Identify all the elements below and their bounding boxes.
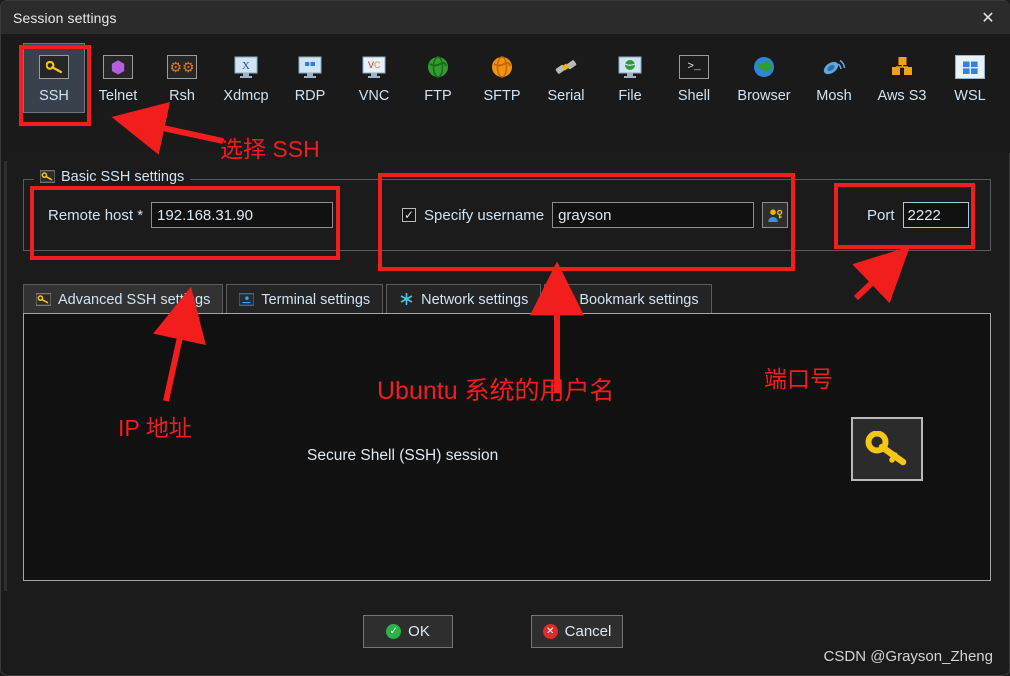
tab-bookmark-settings[interactable]: Bookmark settings <box>544 284 712 314</box>
cube-icon: ⬢ <box>102 53 134 81</box>
vnc-monitor-icon: VC <box>358 53 390 81</box>
ok-button[interactable]: ✓ OK <box>363 615 453 648</box>
key-icon <box>851 417 923 481</box>
close-icon[interactable]: ✕ <box>965 1 1010 34</box>
protocol-vnc[interactable]: VC VNC <box>343 43 405 113</box>
tab-label: Terminal settings <box>261 291 371 308</box>
plug-icon <box>550 53 582 81</box>
cancel-button[interactable]: ✕ Cancel <box>531 615 623 648</box>
x-circle-icon: ✕ <box>542 624 558 639</box>
port-spinner[interactable]: ▲ ▼ <box>902 202 1010 228</box>
port-input[interactable] <box>903 203 1010 227</box>
tab-network-settings[interactable]: Network settings <box>386 284 542 314</box>
protocol-rdp[interactable]: RDP <box>279 43 341 113</box>
svg-text:X: X <box>242 60 250 72</box>
specify-username-label: Specify username <box>424 206 545 224</box>
protocol-ssh[interactable]: SSH <box>23 43 85 113</box>
satellite-icon <box>818 53 850 81</box>
protocol-label: Xdmcp <box>223 88 269 104</box>
green-globe-icon <box>422 53 454 81</box>
protocol-label: SSH <box>39 88 69 104</box>
tab-advanced-ssh-settings[interactable]: Advanced SSH settings <box>23 284 224 314</box>
protocol-label: Browser <box>737 88 791 104</box>
annotation-select-ssh: 选择 SSH <box>220 136 320 162</box>
terminal-icon: >_ <box>678 53 710 81</box>
annotation-port-number: 端口号 <box>764 366 833 392</box>
protocol-label: RDP <box>294 88 326 104</box>
globe-icon <box>748 53 780 81</box>
protocol-browser[interactable]: Browser <box>727 43 801 113</box>
terminal-icon <box>238 292 255 308</box>
protocol-sftp[interactable]: SFTP <box>471 43 533 113</box>
protocol-file[interactable]: File <box>599 43 661 113</box>
watermark: CSDN @Grayson_Zheng <box>823 648 993 665</box>
key-icon <box>38 53 70 81</box>
session-caption: Secure Shell (SSH) session <box>307 447 499 464</box>
window-title: Session settings <box>13 9 117 26</box>
username-input[interactable] <box>553 203 763 227</box>
svg-text:C: C <box>374 60 381 70</box>
protocol-xdmcp[interactable]: X Xdmcp <box>215 43 277 113</box>
protocol-label: WSL <box>954 88 986 104</box>
port-label: Port <box>867 206 895 224</box>
tab-content-panel: Secure Shell (SSH) session <box>23 313 991 581</box>
protocol-label: Rsh <box>169 88 195 104</box>
protocol-label: Aws S3 <box>877 88 927 104</box>
windows-icon <box>954 53 986 81</box>
orange-globe-icon <box>486 53 518 81</box>
protocol-wsl[interactable]: WSL <box>939 43 1001 113</box>
network-icon <box>399 292 414 308</box>
tab-label: Network settings <box>421 291 529 308</box>
protocol-label: VNC <box>358 88 390 104</box>
settings-tabs: Advanced SSH settings Terminal settings … <box>23 283 712 314</box>
specify-username-checkbox[interactable]: ✓ <box>402 208 416 222</box>
protocol-label: Mosh <box>816 88 852 104</box>
protocol-label: Shell <box>677 88 711 104</box>
protocol-ftp[interactable]: FTP <box>407 43 469 113</box>
user-key-icon[interactable] <box>762 202 789 228</box>
tab-terminal-settings[interactable]: Terminal settings <box>226 284 384 314</box>
username-combobox[interactable]: ▼ <box>552 202 773 228</box>
protocol-toolbar: SSH ⬢ Telnet ⚙⚙ Rsh X Xdmcp RDP V C VNC … <box>1 34 1010 153</box>
session-settings-dialog: Session settings ✕ SSH ⬢ Telnet ⚙⚙ Rsh X… <box>0 0 1010 676</box>
protocol-mosh[interactable]: Mosh <box>803 43 865 113</box>
protocol-label: Telnet <box>98 88 138 104</box>
tab-label: Bookmark settings <box>579 291 699 308</box>
scrollbar-track[interactable] <box>4 161 7 591</box>
cancel-label: Cancel <box>564 623 612 640</box>
x-monitor-icon: X <box>230 53 262 81</box>
protocol-label: File <box>618 88 642 104</box>
protocol-shell[interactable]: >_ Shell <box>663 43 725 113</box>
remote-host-input[interactable] <box>151 202 334 228</box>
annotation-ip-address: IP 地址 <box>118 415 192 441</box>
annotation-ubuntu-username: Ubuntu 系统的用户名 <box>377 377 615 405</box>
check-circle-icon: ✓ <box>386 624 402 639</box>
key-icon <box>35 292 52 308</box>
protocol-telnet[interactable]: ⬢ Telnet <box>87 43 149 113</box>
aws-cubes-icon <box>886 53 918 81</box>
basic-ssh-settings-group: Basic SSH settings Remote host * ✓ Speci… <box>23 169 1010 251</box>
title-bar: Session settings ✕ <box>1 1 1010 34</box>
windows-monitor-icon <box>294 53 326 81</box>
protocol-serial[interactable]: Serial <box>535 43 597 113</box>
protocol-aws-s3[interactable]: Aws S3 <box>867 43 937 113</box>
ok-label: OK <box>408 623 430 640</box>
tab-label: Advanced SSH settings <box>58 291 211 308</box>
gears-icon: ⚙⚙ <box>166 53 198 81</box>
protocol-label: Serial <box>547 88 585 104</box>
file-monitor-icon <box>614 53 646 81</box>
protocol-rsh[interactable]: ⚙⚙ Rsh <box>151 43 213 113</box>
protocol-label: SFTP <box>483 88 521 104</box>
star-icon <box>557 292 572 308</box>
remote-host-label: Remote host * <box>48 206 144 224</box>
protocol-label: FTP <box>424 88 452 104</box>
